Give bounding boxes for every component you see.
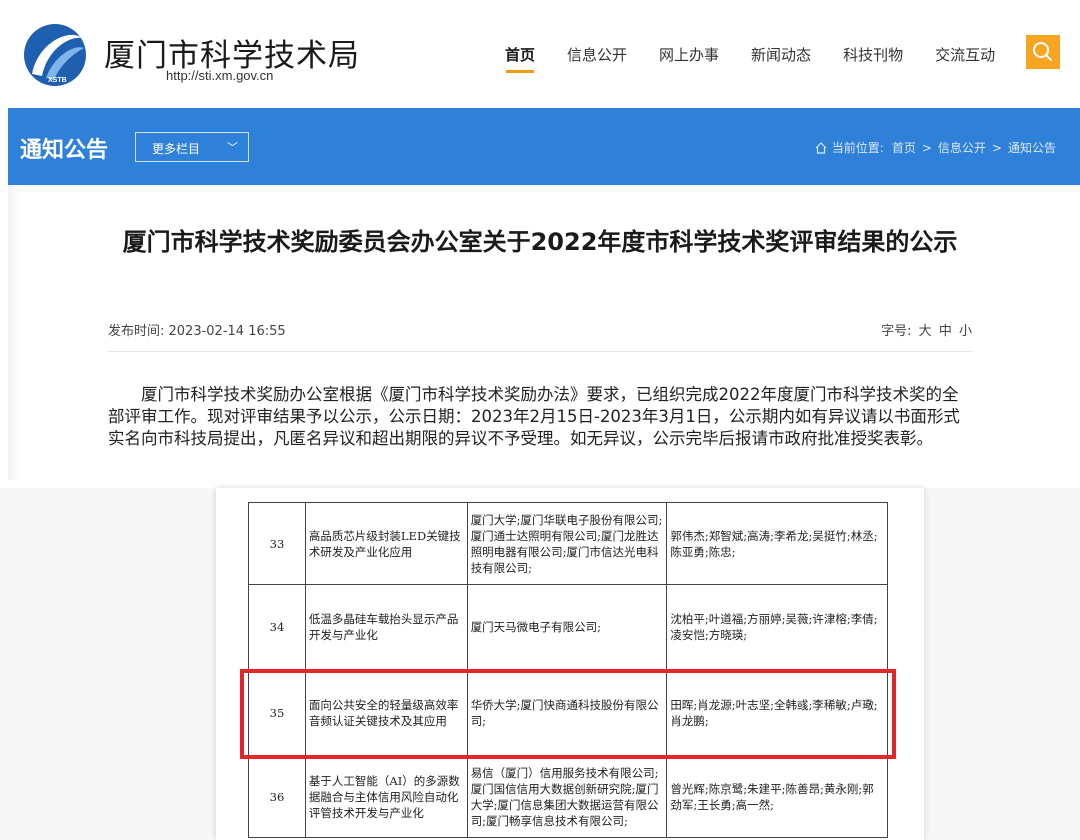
breadcrumb-separator: > bbox=[921, 140, 932, 155]
article-body: 厦门市科学技术奖励办公室根据《厦门市科学技术奖励办法》要求，已组织完成2022年… bbox=[108, 385, 960, 448]
article-meta: 发布时间: 2023-02-14 16:55 字号: 大 中 小 bbox=[108, 320, 972, 352]
section-title: 通知公告 bbox=[20, 138, 109, 163]
more-columns-label: 更多栏目 bbox=[152, 142, 201, 156]
breadcrumb-notices[interactable]: 通知公告 bbox=[1008, 139, 1056, 156]
project-name: 低温多晶硅车载抬头显示产品开发与产业化 bbox=[304, 584, 468, 670]
members: 沈柏平;叶道福;方丽婷;吴薇;许津榕;李倩;凌安恺;方晓瑛; bbox=[666, 584, 888, 670]
search-icon bbox=[1033, 42, 1052, 61]
organizations: 厦门大学;厦门华联电子股份有限公司;厦门通士达照明有限公司;厦门龙胜达照明电器有… bbox=[466, 502, 668, 585]
nav-online-services[interactable]: 网上办事 bbox=[659, 44, 719, 65]
side-shadow bbox=[8, 185, 22, 480]
table-row: 33 高品质芯片级封装LED关键技术研发及产业化应用 厦门大学;厦门华联电子股份… bbox=[248, 502, 888, 585]
search-button[interactable] bbox=[1026, 35, 1060, 69]
row-number: 34 bbox=[248, 584, 306, 670]
organizations: 易信（厦门）信用服务技术有限公司;厦门国信信用大数据创新研究院;厦门大学;厦门信… bbox=[466, 755, 668, 838]
article-title: 厦门市科学技术奖励委员会办公室关于2022年度市科学技术奖评审结果的公示 bbox=[122, 228, 958, 256]
font-size-large[interactable]: 大 bbox=[919, 324, 932, 339]
highlight-box bbox=[240, 669, 896, 759]
breadcrumb-home[interactable]: 首页 bbox=[892, 139, 916, 156]
more-columns-dropdown[interactable]: 更多栏目 ﹀ bbox=[135, 132, 249, 162]
main-nav: 首页 信息公开 网上办事 新闻动态 科技刊物 交流互动 bbox=[505, 44, 1027, 73]
project-name: 高品质芯片级封装LED关键技术研发及产业化应用 bbox=[304, 502, 468, 585]
row-number: 36 bbox=[248, 755, 306, 838]
nav-info-disclosure[interactable]: 信息公开 bbox=[567, 44, 627, 65]
publish-date: 发布时间: 2023-02-14 16:55 bbox=[108, 324, 286, 339]
table-row: 34 低温多晶硅车载抬头显示产品开发与产业化 厦门天马微电子有限公司; 沈柏平;… bbox=[248, 584, 888, 670]
font-size-label: 字号: bbox=[881, 324, 912, 339]
chevron-down-icon: ﹀ bbox=[227, 141, 238, 154]
breadcrumb-prefix: 当前位置: bbox=[831, 141, 884, 155]
members: 郭伟杰;郑智斌;高涛;李希龙;吴挺竹;林丞;陈亚勇;陈忠; bbox=[666, 502, 888, 585]
section-bar: 通知公告 更多栏目 ﹀ 当前位置: 首页 > 信息公开 > 通知公告 bbox=[8, 108, 1080, 185]
site-logo[interactable]: XSTB bbox=[20, 22, 90, 88]
nav-news[interactable]: 新闻动态 bbox=[751, 44, 811, 65]
row-number: 33 bbox=[248, 502, 306, 585]
breadcrumb-separator: > bbox=[991, 140, 1002, 155]
nav-interaction[interactable]: 交流互动 bbox=[935, 44, 995, 65]
members: 曾光辉;陈京鹭;朱建平;陈善昂;黄永刚;郭劲军;王长勇;高一然; bbox=[666, 755, 888, 838]
nav-home[interactable]: 首页 bbox=[505, 44, 535, 73]
project-name: 基于人工智能（AI）的多源数据融合与主体信用风险自动化评管技术开发与产业化 bbox=[304, 755, 468, 838]
site-header: XSTB 厦门市科学技术局 http://sti.xm.gov.cn 首页 信息… bbox=[0, 0, 1080, 108]
breadcrumb: 当前位置: 首页 > 信息公开 > 通知公告 bbox=[814, 139, 1056, 156]
site-url: http://sti.xm.gov.cn bbox=[166, 68, 274, 83]
font-size-small[interactable]: 小 bbox=[959, 324, 972, 339]
font-size-medium[interactable]: 中 bbox=[939, 324, 952, 339]
breadcrumb-info[interactable]: 信息公开 bbox=[938, 139, 986, 156]
home-icon bbox=[815, 141, 827, 154]
svg-text:XSTB: XSTB bbox=[48, 77, 67, 84]
table-row: 36 基于人工智能（AI）的多源数据融合与主体信用风险自动化评管技术开发与产业化… bbox=[248, 755, 888, 838]
nav-publications[interactable]: 科技刊物 bbox=[843, 44, 903, 65]
font-size-control: 字号: 大 中 小 bbox=[878, 320, 972, 339]
organizations: 厦门天马微电子有限公司; bbox=[466, 584, 668, 670]
